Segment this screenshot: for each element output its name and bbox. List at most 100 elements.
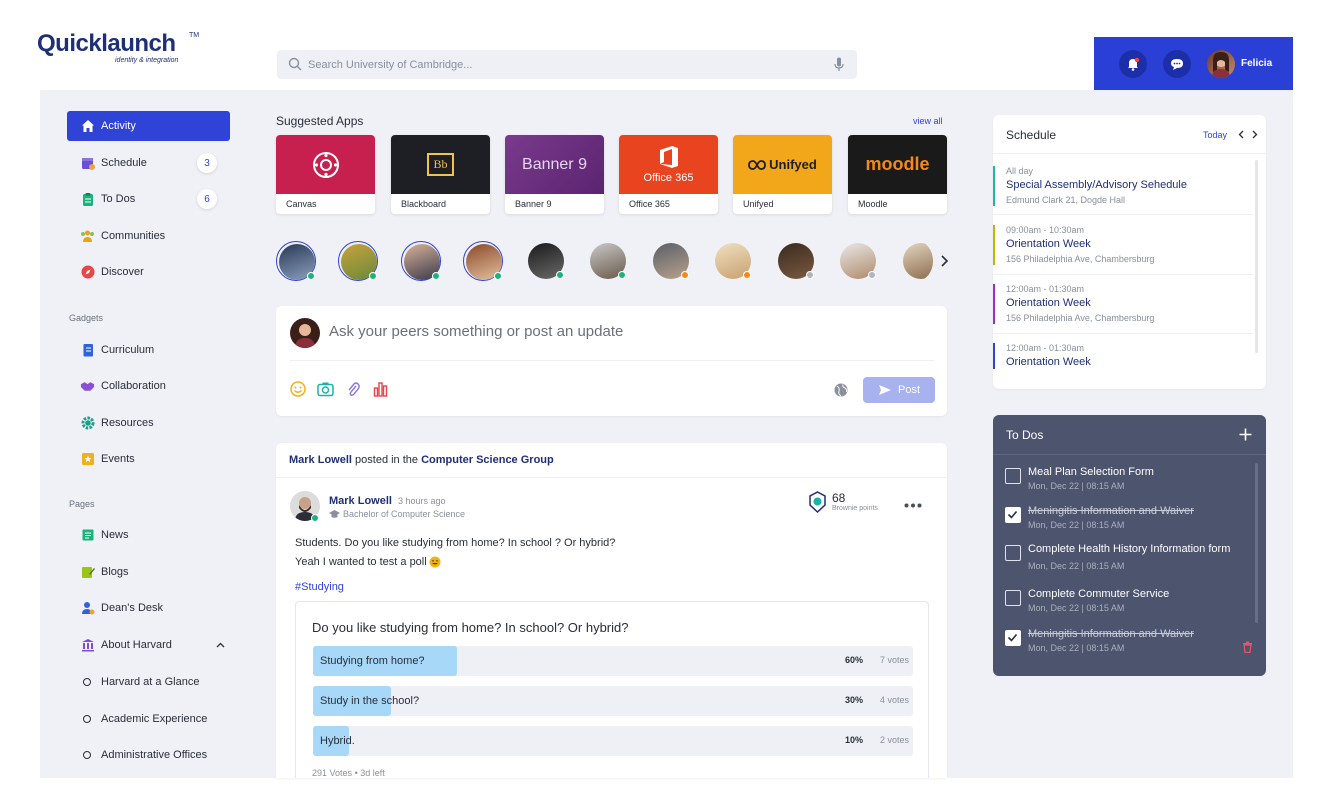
attachment-icon[interactable] <box>346 381 360 397</box>
user-avatar[interactable] <box>1207 50 1235 78</box>
peer-avatar[interactable] <box>526 241 566 281</box>
sidebar-item-blogs[interactable]: Blogs <box>67 557 230 587</box>
peer-avatar[interactable] <box>713 241 753 281</box>
brand-logo[interactable]: Quicklaunch TM identity & integration <box>37 30 200 70</box>
peer-avatar[interactable] <box>651 241 691 281</box>
schedule-scrollbar[interactable] <box>1255 160 1258 353</box>
post-author-name[interactable]: Mark Lowell <box>329 495 392 507</box>
app-tile-office365[interactable]: Office 365 Office 365 <box>619 135 718 214</box>
schedule-today-button[interactable]: Today <box>1203 130 1227 140</box>
bullet-ring-icon <box>83 715 91 723</box>
clipboard-icon <box>82 193 93 206</box>
peer-avatar[interactable] <box>776 241 816 281</box>
poll-option[interactable]: Studying from home? 60% 7 votes <box>313 646 913 676</box>
app-tile-moodle[interactable]: moodle Moodle <box>848 135 947 214</box>
todo-date: Mon, Dec 22 | 08:15 AM <box>1028 520 1125 530</box>
peer-avatar[interactable] <box>901 241 933 281</box>
messages-button[interactable] <box>1163 50 1191 78</box>
grinning-emoji-icon <box>429 556 441 568</box>
peer-avatar[interactable] <box>401 241 441 281</box>
poll-option[interactable]: Hybrid. 10% 2 votes <box>313 726 913 756</box>
chevron-right-icon[interactable] <box>1252 130 1258 139</box>
more-options-icon[interactable] <box>904 503 922 508</box>
post-context-author[interactable]: Mark Lowell <box>289 454 352 466</box>
todo-checkbox[interactable] <box>1005 590 1021 606</box>
post-hashtag[interactable]: #Studying <box>295 581 344 593</box>
emoji-icon[interactable] <box>290 381 306 397</box>
sidebar-item-label: Curriculum <box>101 344 155 356</box>
app-tile-canvas[interactable]: Canvas <box>276 135 375 214</box>
poll-option-votes: 7 votes <box>879 655 909 665</box>
institution-icon <box>81 639 94 652</box>
sidebar-item-curriculum[interactable]: Curriculum <box>67 335 230 365</box>
sidebar-subitem-label: Administrative Offices <box>101 749 208 761</box>
search-bar[interactable] <box>277 50 857 79</box>
todo-checkbox-checked[interactable] <box>1005 630 1021 646</box>
todos-scrollbar[interactable] <box>1255 463 1258 623</box>
poll-chart-icon[interactable] <box>373 381 388 397</box>
chevron-right-icon[interactable] <box>940 255 948 267</box>
globe-icon[interactable] <box>834 383 848 397</box>
sidebar-item-todos[interactable]: To Dos 6 <box>67 184 230 214</box>
todo-checkbox[interactable] <box>1005 545 1021 561</box>
app-label: Canvas <box>286 199 317 209</box>
sidebar-item-about-harvard[interactable]: About Harvard <box>67 630 230 660</box>
event-color-bar <box>993 284 995 324</box>
peer-photo <box>903 243 933 279</box>
brand-tm: TM <box>189 32 200 39</box>
peer-avatar[interactable] <box>588 241 628 281</box>
sidebar-item-communities[interactable]: Communities <box>67 221 230 251</box>
post-text-line1: Students. Do you like studying from home… <box>295 537 616 549</box>
poll-option[interactable]: Study in the school? 30% 4 votes <box>313 686 913 716</box>
poll-option-label: Study in the school? <box>320 695 420 707</box>
trash-icon[interactable] <box>1242 641 1253 653</box>
sidebar-item-resources[interactable]: Resources <box>67 408 230 438</box>
app-tile-banner9[interactable]: Banner 9 Banner 9 <box>505 135 604 214</box>
sidebar-item-label: Discover <box>101 266 144 278</box>
microphone-icon[interactable] <box>834 57 844 72</box>
camera-icon[interactable] <box>317 381 334 397</box>
app-tile-blackboard[interactable]: Bb Blackboard <box>391 135 490 214</box>
sidebar-item-activity[interactable]: Activity <box>67 111 230 141</box>
sidebar-item-label: About Harvard <box>101 639 172 651</box>
todo-date: Mon, Dec 22 | 08:15 AM <box>1028 481 1125 491</box>
sidebar-item-news[interactable]: News <box>67 520 230 550</box>
todo-checkbox[interactable] <box>1005 468 1021 484</box>
peer-avatar[interactable] <box>463 241 503 281</box>
sidebar-item-schedule[interactable]: Schedule 3 <box>67 148 230 178</box>
sidebar-item-deans-desk[interactable]: Dean's Desk <box>67 593 230 623</box>
star-calendar-icon <box>81 453 94 465</box>
post-button[interactable]: Post <box>863 377 935 403</box>
app-tile-unifyed[interactable]: Unifyed Unifyed <box>733 135 832 214</box>
sidebar-item-label: Events <box>101 453 135 465</box>
view-all-link[interactable]: view all <box>913 116 943 126</box>
chevron-left-icon[interactable] <box>1238 130 1244 139</box>
notifications-button[interactable] <box>1119 50 1147 78</box>
chevron-up-icon[interactable] <box>216 642 225 648</box>
peer-avatar[interactable] <box>838 241 878 281</box>
sidebar-subitem-administrative-offices[interactable]: Administrative Offices <box>83 749 207 761</box>
peer-avatar[interactable] <box>338 241 378 281</box>
todo-checkbox-checked[interactable] <box>1005 507 1021 523</box>
post-time: 3 hours ago <box>398 496 446 506</box>
search-input[interactable] <box>308 50 828 79</box>
banner9-logo: Banner 9 <box>505 135 604 194</box>
event-time: 12:00am - 01:30am <box>1006 284 1085 294</box>
poll-question: Do you like studying from home? In schoo… <box>312 620 629 635</box>
people-group-icon <box>81 230 94 242</box>
add-icon[interactable] <box>1239 428 1252 441</box>
calendar-icon <box>81 158 95 170</box>
sidebar-item-collaboration[interactable]: Collaboration <box>67 371 230 401</box>
peer-avatar[interactable] <box>276 241 316 281</box>
sidebar-item-label: Blogs <box>101 566 129 578</box>
poll-option-percent: 30% <box>844 695 863 705</box>
sidebar-item-events[interactable]: Events <box>67 444 230 474</box>
sidebar-subitem-academic-experience[interactable]: Academic Experience <box>83 713 207 725</box>
schedule-title: Schedule <box>1006 128 1057 142</box>
sidebar-subitem-harvard-at-a-glance[interactable]: Harvard at a Glance <box>83 676 199 688</box>
composer-input[interactable]: Ask your peers something or post an upda… <box>329 323 623 340</box>
post-context-group[interactable]: Computer Science Group <box>421 454 554 466</box>
sidebar-item-discover[interactable]: Discover <box>67 257 230 287</box>
post-context-text: posted in the <box>355 454 419 466</box>
app-logo-text: Banner 9 <box>522 155 587 173</box>
